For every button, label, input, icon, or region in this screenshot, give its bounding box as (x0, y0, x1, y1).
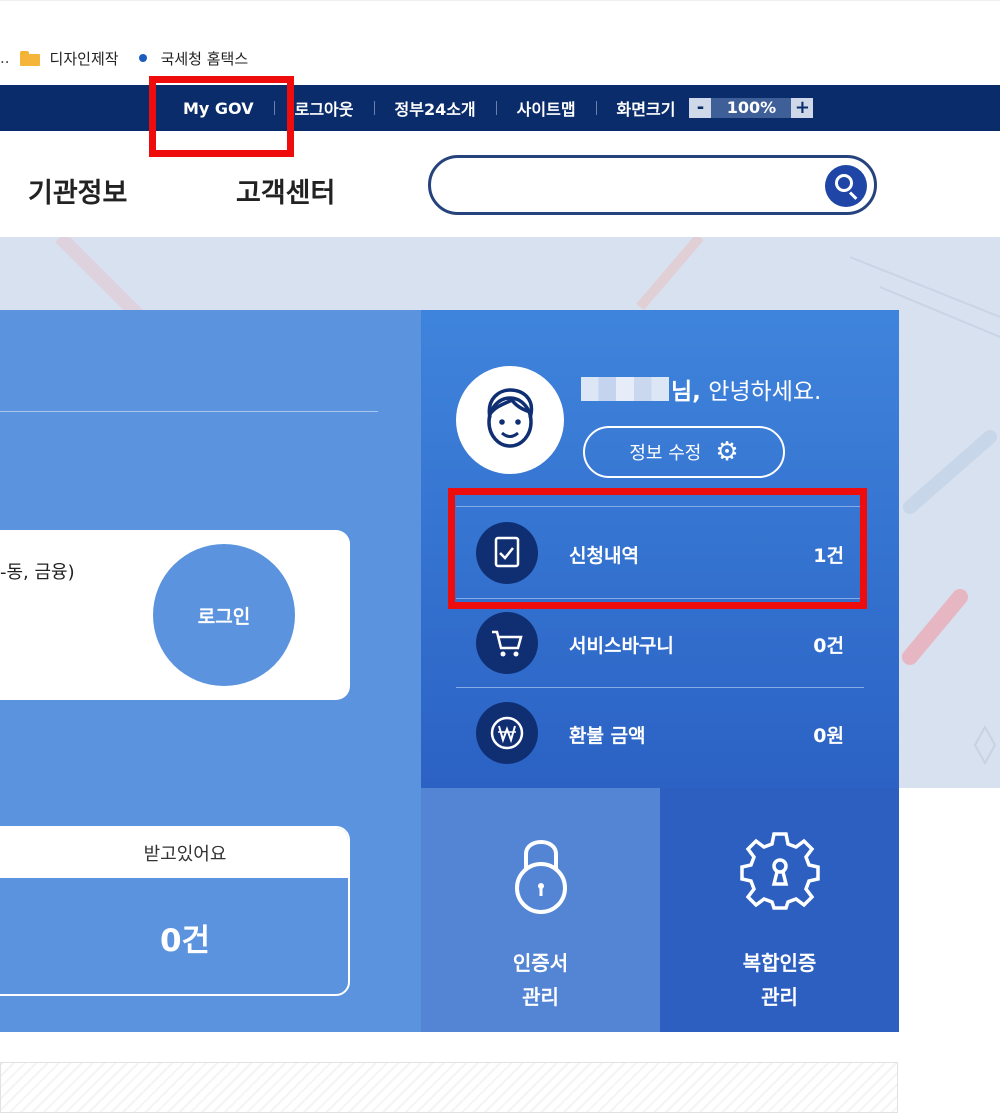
stat-refund[interactable]: 환불 금액 0원 (456, 688, 864, 778)
bookmarks-row: .. 디자인제작 국세청 홈택스 (0, 47, 248, 69)
zoom-label: 화면크기 (616, 100, 676, 119)
greeting: 님, 안녕하세요. (581, 372, 821, 406)
dot-icon (138, 54, 147, 62)
login-description: -동, 금융) (0, 562, 75, 583)
edit-profile-button[interactable]: 정보 수정 ⚙ (583, 426, 785, 478)
gear-lock-icon (739, 832, 820, 910)
tile-label-line: 인증서 (512, 951, 569, 975)
left-panel: -동, 금융) 로그인 받고있어요 0건 (0, 310, 421, 1032)
stat-value: 0원 (813, 725, 844, 747)
zoom-out-button[interactable]: - (689, 98, 712, 118)
avatar (456, 366, 564, 474)
stat-label: 환불 금액 (569, 725, 646, 747)
cart-icon (476, 612, 538, 674)
certificate-management-tile[interactable]: 인증서 관리 (421, 788, 660, 1032)
search-button[interactable] (825, 165, 867, 207)
stat-value: 0건 (813, 635, 844, 657)
multi-auth-management-tile[interactable]: 복합인증 관리 (660, 788, 899, 1032)
divider (0, 411, 378, 412)
highlight-my-gov (149, 76, 294, 157)
login-card: -동, 금융) 로그인 (0, 530, 350, 700)
sitemap-link[interactable]: 사이트맵 (517, 96, 576, 120)
blurred-username (581, 377, 669, 401)
greeting-text: 안녕하세요. (700, 379, 822, 405)
divider (495, 101, 497, 115)
about-gov24-link[interactable]: 정부24소개 (395, 96, 476, 120)
zoom-in-button[interactable]: + (791, 98, 814, 118)
tile-label-line: 복합인증 (742, 951, 817, 975)
lock-icon (514, 840, 567, 914)
user-face-icon (487, 388, 534, 448)
tile-label: 인증서 관리 (421, 946, 660, 1014)
highlight-applications (448, 488, 867, 609)
received-count-card[interactable]: 받고있어요 0건 (0, 826, 350, 996)
login-button[interactable]: 로그인 (153, 544, 295, 686)
zoom-control: - 100% + (689, 98, 814, 118)
edit-profile-label: 정보 수정 (629, 443, 702, 464)
search-input[interactable] (428, 155, 877, 215)
tile-label-line: 관리 (761, 985, 798, 1009)
bookmarks-bar: .. 디자인제작 국세청 홈택스 (0, 0, 1000, 85)
tile-label-line: 관리 (522, 985, 559, 1009)
greeting-suffix: 님, (671, 379, 701, 405)
bookmarks-overflow[interactable]: .. (0, 49, 10, 67)
received-count-header: 받고있어요 (0, 828, 348, 878)
search-icon (835, 174, 853, 192)
logout-link[interactable]: 로그아웃 (295, 96, 354, 120)
won-icon (476, 702, 538, 764)
bookmark-design[interactable]: 디자인제작 (50, 48, 119, 69)
zoom-value: 100% (711, 98, 792, 118)
received-count-value: 0건 (159, 922, 211, 959)
gear-icon: ⚙ (715, 437, 739, 467)
content-placeholder (0, 1062, 898, 1113)
folder-icon (19, 50, 40, 66)
divider (595, 101, 597, 115)
tile-label: 복합인증 관리 (660, 946, 899, 1014)
stat-service-basket[interactable]: 서비스바구니 0건 (456, 598, 864, 688)
bookmark-hometax[interactable]: 국세청 홈택스 (161, 48, 249, 69)
stat-label: 서비스바구니 (569, 635, 674, 657)
divider (373, 101, 375, 115)
nav-agency-info[interactable]: 기관정보 (28, 171, 127, 210)
search-icon-handle (848, 191, 858, 200)
nav-customer-center[interactable]: 고객센터 (236, 171, 335, 210)
